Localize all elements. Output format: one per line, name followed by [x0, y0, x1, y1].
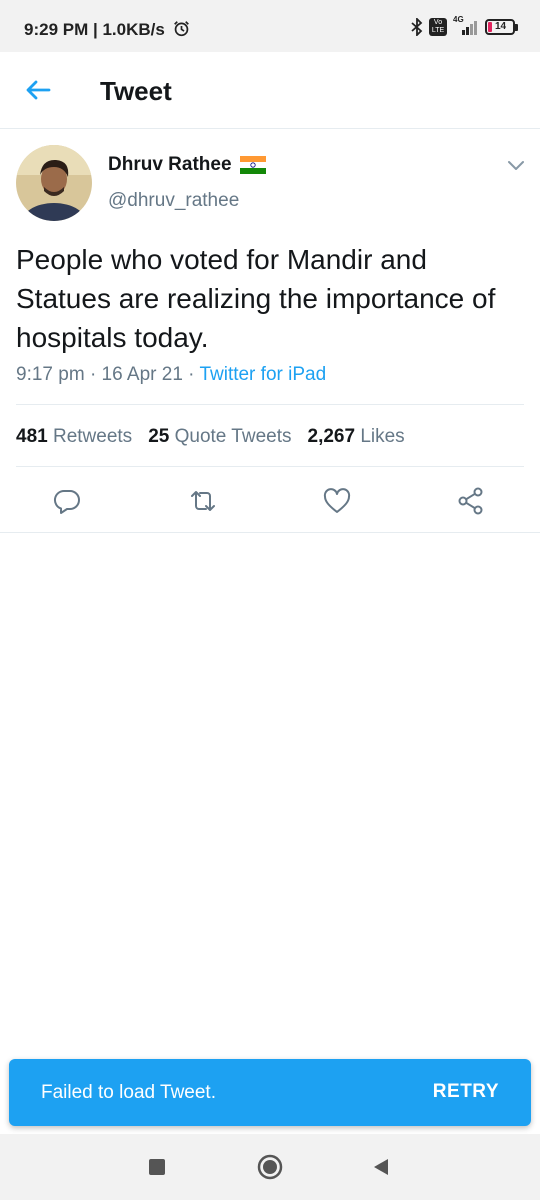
retry-button[interactable]: RETRY	[433, 1081, 499, 1103]
status-time-speed: 9:29 PM | 1.0KB/s	[24, 20, 190, 40]
author-name-row: Dhruv Rathee	[108, 154, 266, 176]
system-nav-bar	[0, 1134, 540, 1200]
battery-icon: 14	[485, 19, 518, 35]
meta-separator: ·	[188, 364, 195, 385]
quote-tweets-stat[interactable]: 25 Quote Tweets	[148, 426, 291, 448]
error-toast: Failed to load Tweet. RETRY	[9, 1059, 531, 1126]
app-bar: Tweet	[0, 52, 540, 129]
toast-message: Failed to load Tweet.	[41, 1082, 216, 1103]
volte-icon: Vo LTE	[429, 18, 447, 36]
author-handle[interactable]: @dhruv_rathee	[108, 190, 239, 212]
likes-stat[interactable]: 2,267 Likes	[308, 426, 405, 448]
divider	[16, 404, 524, 405]
share-icon[interactable]	[456, 486, 486, 516]
status-icons: Vo LTE 4G 14	[411, 15, 518, 36]
tweet-time: 9:17 pm	[16, 364, 85, 385]
retweet-icon[interactable]	[188, 486, 218, 516]
author-name[interactable]: Dhruv Rathee	[108, 154, 232, 176]
divider	[16, 466, 524, 467]
back-triangle-icon[interactable]	[372, 1158, 390, 1176]
alarm-icon	[173, 21, 189, 37]
tweet-source-link[interactable]: Twitter for iPad	[199, 364, 326, 385]
avatar[interactable]	[16, 145, 92, 221]
tweet-date: 16 Apr 21	[101, 364, 183, 385]
bluetooth-icon	[411, 18, 423, 36]
india-flag-icon	[239, 156, 266, 174]
recents-square-icon[interactable]	[148, 1158, 166, 1176]
arrow-left-icon[interactable]	[22, 74, 54, 106]
status-bar: 9:29 PM | 1.0KB/s Vo LTE 4G 14	[0, 0, 540, 52]
home-circle-icon[interactable]	[257, 1154, 283, 1180]
tweet-meta: 9:17 pm · 16 Apr 21 · Twitter for iPad	[16, 364, 326, 386]
chevron-down-icon[interactable]	[504, 156, 528, 176]
tweet-text: People who voted for Mandir and Statues …	[16, 244, 496, 353]
tweet-actions	[0, 480, 540, 520]
signal-icon: 4G	[453, 15, 479, 36]
retweets-stat[interactable]: 481 Retweets	[16, 426, 132, 448]
reply-icon[interactable]	[52, 486, 82, 516]
like-icon[interactable]	[322, 486, 352, 516]
divider	[0, 532, 540, 533]
tweet-stats: 481 Retweets 25 Quote Tweets 2,267 Likes	[16, 426, 405, 448]
page-title: Tweet	[100, 76, 172, 106]
meta-separator: ·	[89, 364, 97, 385]
